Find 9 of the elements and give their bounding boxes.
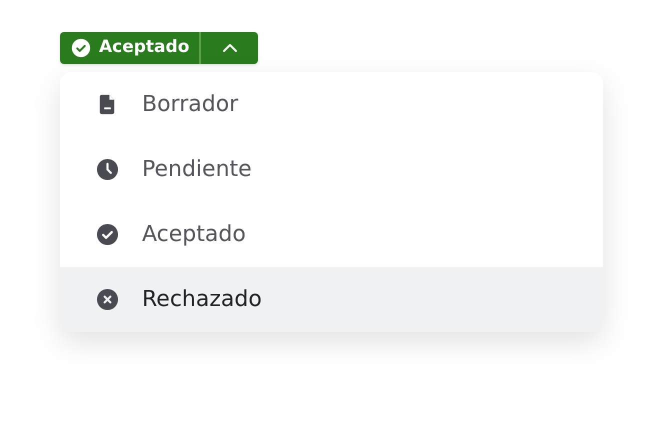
menu-item[interactable]: Aceptado [60, 202, 603, 267]
chevron-up-icon [222, 43, 238, 53]
menu-item[interactable]: Borrador [60, 72, 603, 137]
x-circle-icon [96, 288, 119, 311]
check-circle-icon [71, 38, 91, 58]
menu-item[interactable]: Pendiente [60, 137, 603, 202]
menu-item[interactable]: Rechazado [60, 267, 603, 332]
clock-icon [96, 158, 119, 181]
check-circle-icon [96, 223, 119, 246]
